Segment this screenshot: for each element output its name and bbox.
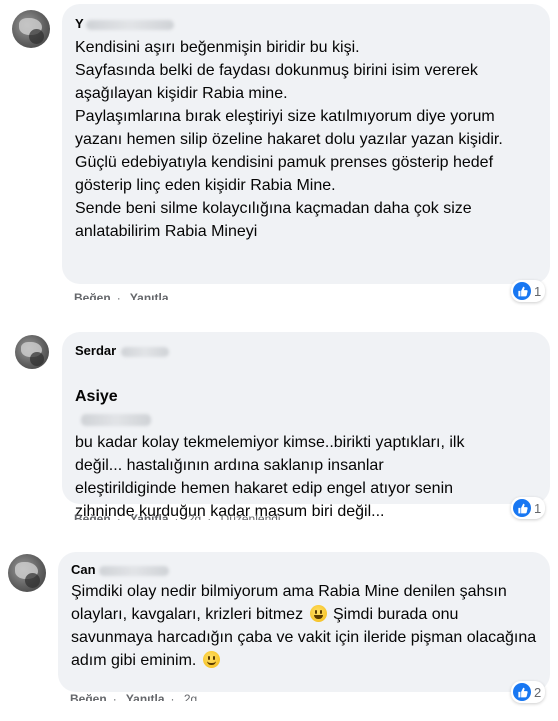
reply-link[interactable]: Yanıtla [130, 512, 169, 520]
comment-actions: Beğen · Yanıtla · 2g · Düzenlendi [74, 512, 287, 520]
like-link[interactable]: Beğen [70, 692, 107, 701]
like-link[interactable]: Beğen [74, 512, 111, 520]
comment-text: Asiye bu kadar kolay tekmelemiyor kimse.… [75, 388, 465, 520]
comment: Y Kendisini aşırı beğenmişin biridir bu … [0, 0, 558, 302]
mention-link[interactable]: Asiye [75, 388, 118, 405]
like-icon [513, 683, 531, 701]
comment: Can Şimdiki olay nedir bilmiyorum ama Ra… [0, 540, 558, 721]
reaction-summary[interactable]: 2 [511, 681, 546, 703]
reply-link[interactable]: Yanıtla [126, 692, 165, 701]
avatar[interactable] [15, 335, 49, 369]
comment-actions: Beğen · Yanıtla [74, 291, 175, 300]
comment-text: Kendisini aşırı beğenmişin biridir bu ki… [75, 39, 503, 240]
reaction-count: 1 [534, 500, 542, 516]
grinning-emoji [309, 605, 327, 622]
smiling-emoji [202, 651, 220, 668]
like-icon [513, 499, 531, 517]
comment-author[interactable]: Y [75, 16, 537, 31]
like-icon [513, 282, 531, 300]
reply-link[interactable]: Yanıtla [130, 291, 169, 300]
reaction-count: 1 [534, 283, 542, 299]
comment-text: Şimdiki olay nedir bilmiyorum ama Rabia … [71, 583, 537, 669]
avatar[interactable] [12, 10, 50, 48]
comment-author[interactable]: Can [71, 562, 537, 577]
comment-actions: Beğen · Yanıtla · 2g [70, 692, 203, 701]
comment-author[interactable]: Serdar [75, 343, 537, 358]
comment-bubble: Serdar Asiye bu kadar kolay tekmelemiyor… [62, 332, 550, 520]
reaction-summary[interactable]: 1 [511, 497, 546, 519]
comment-bubble: Can Şimdiki olay nedir bilmiyorum ama Ra… [58, 552, 550, 692]
comment: Serdar Asiye bu kadar kolay tekmelemiyor… [0, 320, 558, 520]
like-link[interactable]: Beğen [74, 291, 111, 300]
timestamp[interactable]: 2g [184, 692, 197, 701]
reaction-summary[interactable]: 1 [511, 280, 546, 302]
reaction-count: 2 [534, 684, 542, 700]
comment-bubble: Y Kendisini aşırı beğenmişin biridir bu … [62, 4, 550, 284]
avatar[interactable] [8, 554, 46, 592]
edited-label: Düzenlendi [220, 512, 281, 520]
timestamp[interactable]: 2g [188, 512, 201, 520]
